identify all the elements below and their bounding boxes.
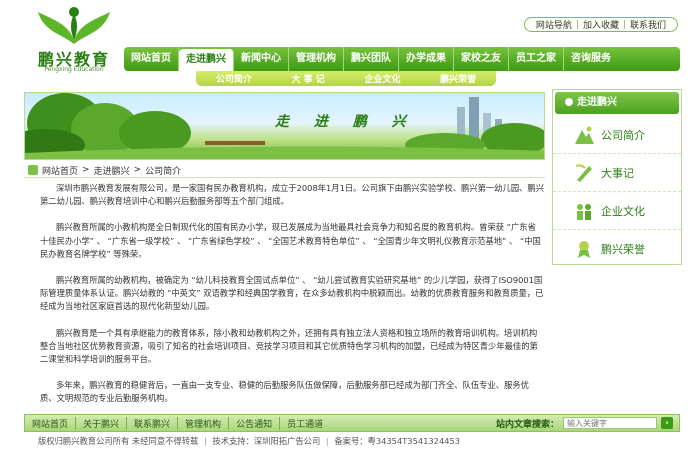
copyright-notice: 未经同意不得转载 (131, 436, 199, 446)
footer-nav: 网站首页 关于鹏兴 联系鹏兴 管理机构 公告通知 员工通道 站内文章搜索： › (24, 414, 680, 432)
bullet-icon (565, 98, 573, 106)
sidebar-title: 走进鹏兴 (577, 97, 617, 108)
subnav-culture[interactable]: 企业文化 (364, 72, 400, 85)
sidebar-item-label: 鹏兴荣誉 (601, 243, 645, 256)
logo-subtext: Pengxing Education (44, 66, 104, 73)
home-icon (28, 165, 38, 175)
sidebar-item-profile[interactable]: 公司简介 (553, 116, 681, 154)
divider: | (575, 19, 579, 30)
paragraph: 鹏兴教育是一个具有承继能力的教育体系，除小教和幼教机构之外，还拥有具有独立法人资… (40, 327, 538, 365)
paragraph: 深圳市鹏兴教育发展有限公司，是一家国有民办教育机构，成立于2008年1月1日。公… (40, 183, 545, 207)
sidebar-item-label: 大事记 (601, 166, 634, 180)
subnav-profile[interactable]: 公司简介 (216, 72, 252, 85)
search-input[interactable] (563, 417, 657, 429)
paragraph: 多年来，鹏兴教育的稳健背后，一直由一支专业、稳健的后勤服务队伍做保障，后勤服务部… (40, 380, 529, 404)
icp-number: 备案号：粤34354T3541324453 (334, 436, 461, 446)
sidebar-item-label: 企业文化 (601, 204, 645, 218)
divider: | (325, 436, 329, 446)
footer-link-about[interactable]: 关于鹏兴 (76, 416, 128, 430)
banner: 走 进 鹏 兴 (24, 92, 545, 160)
sub-nav: 公司简介 大 事 记 企业文化 鹏兴荣誉 (196, 71, 496, 86)
divider: | (203, 436, 207, 446)
subnav-events[interactable]: 大 事 记 (292, 72, 325, 85)
sidebar-item-culture[interactable]: 企业文化 (553, 192, 681, 230)
sidebar: 走进鹏兴 公司简介 大事记 企业文化 鹏兴荣誉 (552, 89, 682, 265)
breadcrumb-about[interactable]: 走进鹏兴 (94, 164, 130, 177)
people-icon (577, 203, 591, 220)
search-label: 站内文章搜索： (495, 419, 559, 430)
subnav-honors[interactable]: 鹏兴荣誉 (440, 72, 476, 85)
banner-title: 走 进 鹏 兴 (275, 114, 416, 130)
nav-team[interactable]: 鹏兴团队 (344, 47, 399, 71)
main-nav: 网站首页 走进鹏兴 新闻中心 管理机构 鹏兴团队 办学成果 家校之友 员工之家 … (124, 47, 680, 71)
mountain-icon (575, 126, 594, 144)
sidebar-item-events[interactable]: 大事记 (553, 154, 681, 192)
footer-link-home[interactable]: 网站首页 (25, 416, 77, 430)
pen-icon (575, 163, 592, 182)
footer-link-contact[interactable]: 联系鹏兴 (127, 416, 179, 430)
logo[interactable]: 鹏兴教育 Pengxing Education (34, 4, 114, 73)
top-links: 网站导航 | 加入收藏 | 联系我们 (524, 17, 678, 32)
top-link-site-nav[interactable]: 网站导航 (536, 18, 572, 31)
top-link-bookmark[interactable]: 加入收藏 (583, 18, 619, 31)
nav-management[interactable]: 管理机构 (289, 47, 344, 71)
divider: | (623, 19, 627, 30)
nav-achievements[interactable]: 办学成果 (399, 47, 454, 71)
breadcrumb-sep: > (82, 165, 90, 175)
footer-link-staff[interactable]: 员工通道 (280, 417, 330, 430)
sidebar-header: 走进鹏兴 (555, 92, 679, 114)
site-search: 站内文章搜索： › (496, 417, 679, 430)
sidebar-item-honors[interactable]: 鹏兴荣誉 (553, 230, 681, 268)
nav-news[interactable]: 新闻中心 (234, 47, 289, 71)
search-button[interactable]: › (661, 417, 673, 429)
copyright: 版权归鹏兴教育公司所有 未经同意不得转载 | 技术支持：深圳阳拓广告公司 | 备… (38, 435, 460, 447)
award-icon (578, 241, 590, 258)
sidebar-item-label: 公司简介 (601, 128, 645, 142)
article-content: 深圳市鹏兴教育发展有限公司，是一家国有民办教育机构，成立于2008年1月1日。公… (40, 182, 544, 419)
nav-consulting[interactable]: 咨询服务 (564, 47, 618, 71)
copyright-owner: 版权归鹏兴教育公司所有 (38, 436, 130, 446)
paragraph: 鹏兴教育所属的幼教机构，被确定为 “幼儿科技教育全国试点单位” 、 “幼儿尝试教… (40, 275, 544, 312)
nav-staff[interactable]: 员工之家 (509, 47, 564, 71)
nav-home[interactable]: 网站首页 (124, 47, 179, 71)
nav-parents[interactable]: 家校之友 (454, 47, 509, 71)
breadcrumb: 网站首页 > 走进鹏兴 > 公司简介 (24, 163, 545, 178)
nav-about[interactable]: 走进鹏兴 (179, 49, 234, 71)
breadcrumb-current: 公司简介 (145, 166, 182, 177)
footer-link-notices[interactable]: 公告通知 (229, 416, 281, 430)
breadcrumb-home[interactable]: 网站首页 (42, 164, 78, 177)
tech-support: 技术支持：深圳阳拓广告公司 (212, 436, 321, 446)
logo-mark-icon (38, 7, 110, 44)
top-link-contact[interactable]: 联系我们 (630, 18, 666, 31)
paragraph: 鹏兴教育所属的小教机构是全日制现代化的国有民办小学，现已发展成为当地最具社会竞争… (40, 222, 541, 259)
breadcrumb-sep: > (133, 165, 142, 175)
footer-link-management[interactable]: 管理机构 (178, 416, 230, 430)
